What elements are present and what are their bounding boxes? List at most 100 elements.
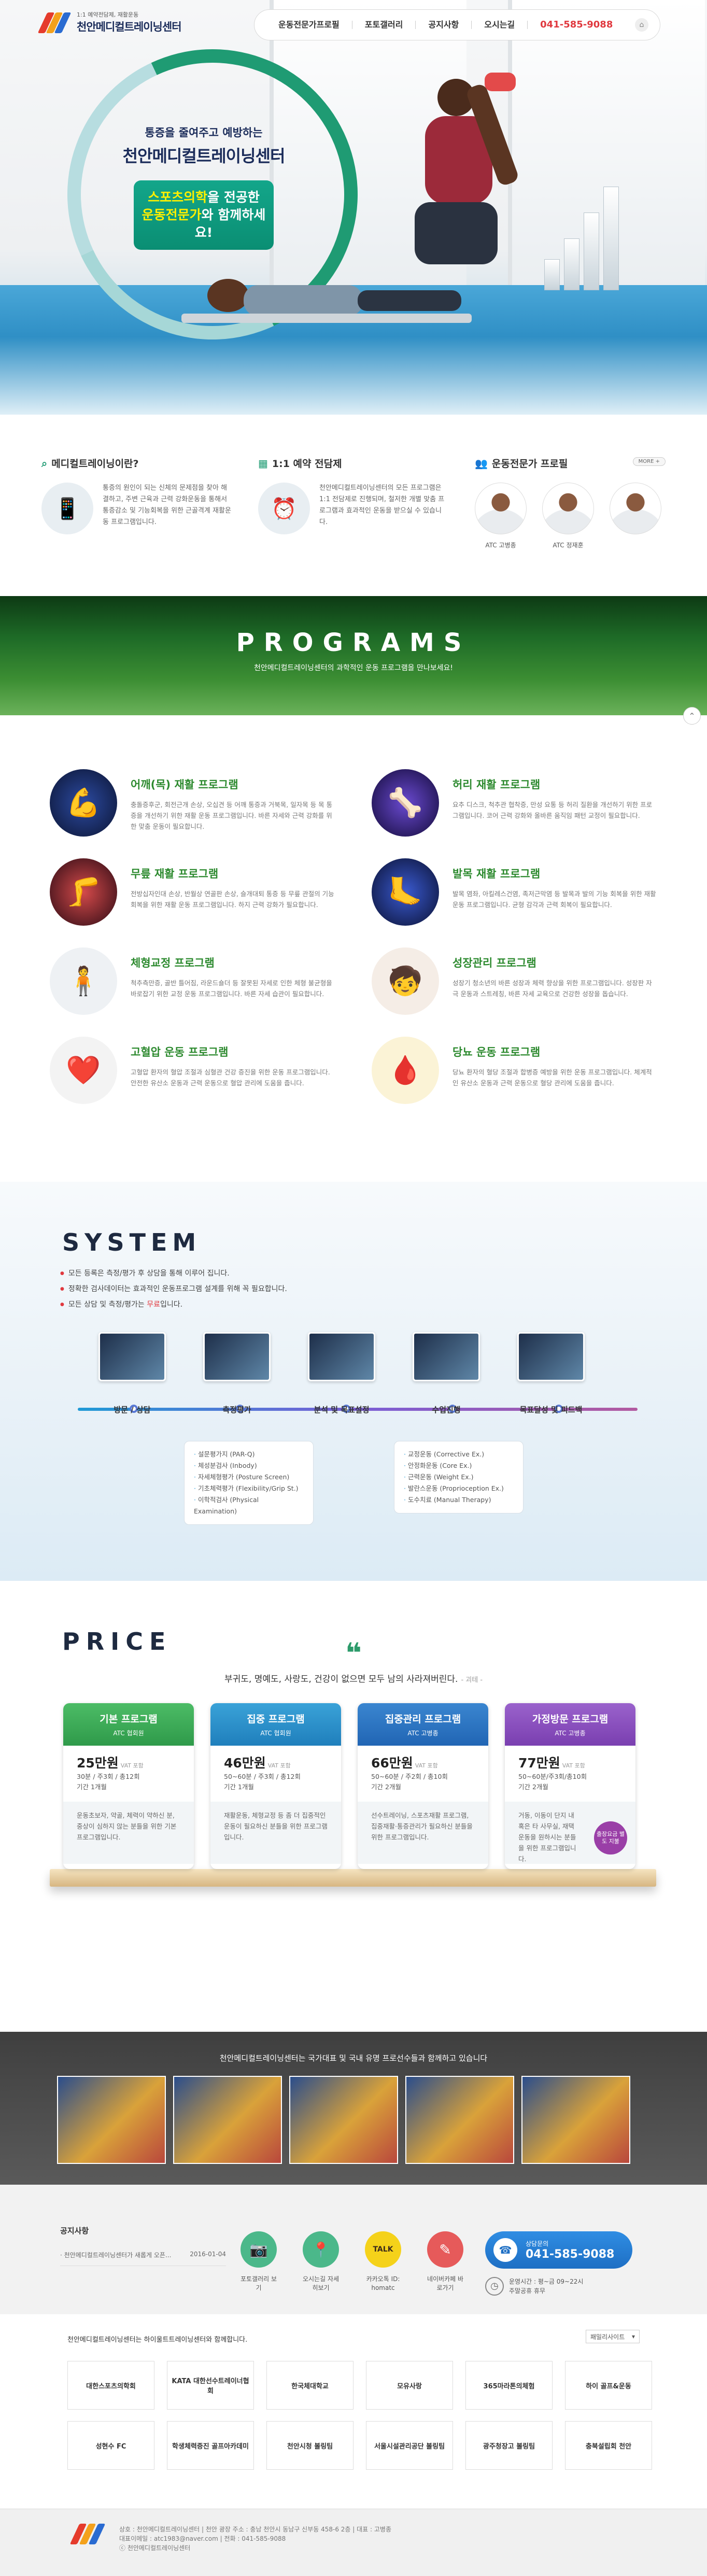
- price-card-title: 가정방문 프로그램: [532, 1714, 609, 1725]
- footer-line: ⓒ 천안메디컬트레이닝센터: [119, 2544, 191, 2552]
- family-site-link[interactable]: 365마라톤의체험: [465, 2361, 553, 2410]
- class-item: 발란스운동 (Proprioception Ex.): [404, 1483, 514, 1494]
- program-text: 고혈압 환자의 혈압 조절과 심혈관 건강 증진을 위한 운동 프로그램입니다.…: [131, 1068, 330, 1087]
- price-card[interactable]: 집중관리 프로그램 ATC 고병종 66만원 VAT 포함 50~60분 / 주2…: [358, 1703, 488, 1869]
- quick-link-kakao[interactable]: TALK 카카오톡 ID: homatc: [364, 2231, 402, 2292]
- price-vat: VAT 포함: [415, 1762, 438, 1769]
- program-text: 전방십자인대 손상, 반월상 연골판 손상, 슬개대퇴 통증 등 무릎 관절의 …: [131, 890, 334, 909]
- price-vat: VAT 포함: [120, 1762, 144, 1769]
- logo[interactable]: 1:1 예약전담제, 재활운동 천안메디컬트레이닝센터: [37, 10, 182, 34]
- program-item[interactable]: 🧒 성장관리 프로그램 성장기 청소년의 바른 성장과 체력 향상을 위한 프로그…: [372, 947, 657, 1015]
- measurement-item: 이학적검사 (Physical Examination): [194, 1494, 304, 1517]
- home-icon[interactable]: ⌂: [635, 18, 648, 32]
- program-item[interactable]: ❤️ 고혈압 운동 프로그램 고혈압 환자의 혈압 조절과 심혈관 건강 증진을 …: [50, 1037, 335, 1104]
- program-item[interactable]: 🦵 무릎 재활 프로그램 전방십자인대 손상, 반월상 연골판 손상, 슬개대퇴 …: [50, 858, 335, 926]
- system-bullet-text: 모든 상담 및 측정/평가는: [68, 1300, 147, 1309]
- notice-box: 공지사항 · 천안메디컬트레이닝센터가 새롭게 오픈... 2016-01-04: [60, 2225, 226, 2266]
- top-navigation: 운동전문가프로필 포토갤러리 공지사항 오시는길 041-585-9088 ⌂: [254, 9, 660, 40]
- about-text: 통증의 원인이 되는 신체의 문제점을 찾아 해결하고, 주변 근육과 근력 강…: [103, 484, 231, 526]
- nav-photo-gallery[interactable]: 포토갤러리: [352, 21, 416, 29]
- quote-icon: ❝: [345, 1637, 362, 1669]
- logo-subtitle: 1:1 예약전담제, 재활운동: [77, 11, 139, 18]
- family-site-link[interactable]: 대한스포츠의학회: [67, 2361, 154, 2410]
- experts-more-button[interactable]: MORE +: [632, 457, 666, 466]
- partner-photo[interactable]: [405, 2076, 514, 2164]
- family-site-link[interactable]: 충북설립회 천안: [565, 2421, 652, 2470]
- programs-subtitle: 천안메디컬트레이닝센터의 과학적인 운동 프로그램을 만나보세요!: [253, 664, 454, 672]
- program-title: 체형교정 프로그램: [131, 957, 215, 969]
- hero-line1: 통증을 줄여주고 예방하는: [145, 126, 263, 139]
- expert-photo: [475, 483, 527, 534]
- price-card[interactable]: 가정방문 프로그램 ATC 고병종 77만원 VAT 포함 50~60분/주3회/…: [505, 1703, 635, 1869]
- family-site-link[interactable]: 한국체대학교: [266, 2361, 354, 2410]
- nav-notice[interactable]: 공지사항: [416, 21, 472, 29]
- hours-line: 주말공휴 휴무: [509, 2287, 546, 2295]
- price-card[interactable]: 집중 프로그램 ATC 협회원 46만원 VAT 포함 50~60분 / 주3회 …: [210, 1703, 341, 1869]
- family-site-link[interactable]: 천안시청 볼링팀: [266, 2421, 354, 2470]
- expert-card[interactable]: ATC 정재훈: [542, 483, 594, 549]
- partner-photo[interactable]: [173, 2076, 282, 2164]
- expert-card[interactable]: ATC 고병종: [475, 483, 527, 549]
- notice-row[interactable]: · 천안메디컬트레이닝센터가 새롭게 오픈... 2016-01-04: [60, 2251, 226, 2266]
- program-item[interactable]: 💪 어깨(목) 재활 프로그램 충돌증후군, 회전근개 손상, 오십견 등 어깨 …: [50, 769, 335, 837]
- program-item[interactable]: 🦴 허리 재활 프로그램 요추 디스크, 척추관 협착증, 만성 요통 등 허리 …: [372, 769, 657, 837]
- nav-directions[interactable]: 오시는길: [472, 21, 528, 29]
- quick-link-label: 네이버카페 바로가기: [427, 2275, 464, 2291]
- ankle-icon: 🦶: [372, 858, 439, 926]
- notice-item[interactable]: · 천안메디컬트레이닝센터가 새롭게 오픈...: [60, 2251, 171, 2259]
- footer: 상호 : 천안메디컬트레이닝센터 | 천안 광장 주소 : 충남 천안시 동남구…: [0, 2509, 707, 2576]
- program-title: 발목 재활 프로그램: [453, 868, 541, 880]
- family-site-link[interactable]: 성현수 FC: [67, 2421, 154, 2470]
- process-steps: 방문 / 상담 측정평가 분석 및 목표설정 수업진행 목표달성 및 피드백: [98, 1332, 585, 1415]
- partner-photo[interactable]: [521, 2076, 630, 2164]
- experts-panel: 👥 운동전문가 프로필 MORE + ATC 고병종 ATC 정재훈: [475, 456, 666, 596]
- price-card[interactable]: 기본 프로그램 ATC 협회원 25만원 VAT 포함 30분 / 주3회 / 총…: [63, 1703, 194, 1869]
- travel-fee-badge: 출장요금 별도 지불: [594, 1821, 627, 1855]
- quick-link-cafe[interactable]: ✎ 네이버카페 바로가기: [427, 2231, 464, 2292]
- nav-phone[interactable]: 041-585-9088: [528, 20, 625, 30]
- blog-icon: ✎: [427, 2231, 463, 2268]
- call-box[interactable]: ☎ 상담문의 041-585-9088: [485, 2231, 632, 2269]
- step-label: 방문 / 상담: [114, 1405, 151, 1414]
- system-bullets: 모든 등록은 측정/평가 후 상담을 통해 이루어 집니다. 정확한 검사데이터…: [60, 1266, 287, 1312]
- footer-line: 상호 : 천안메디컬트레이닝센터 | 천안 광장 주소 : 충남 천안시 동남구…: [119, 2526, 392, 2533]
- expert-card[interactable]: [610, 483, 661, 549]
- family-site-link[interactable]: 모유사랑: [366, 2361, 453, 2410]
- quick-link-gallery[interactable]: 📷 포토갤러리 보기: [240, 2231, 277, 2292]
- program-item[interactable]: 🦶 발목 재활 프로그램 발목 염좌, 아킬레스건염, 족저근막염 등 발목과 발…: [372, 858, 657, 926]
- class-item: 도수치료 (Manual Therapy): [404, 1494, 514, 1506]
- program-item[interactable]: 🩸 당뇨 운동 프로그램 당뇨 환자의 혈당 조절과 합병증 예방을 위한 운동 …: [372, 1037, 657, 1104]
- family-site-link[interactable]: KATA 대한선수트레이너협회: [167, 2361, 254, 2410]
- bar-chart-decoration: [544, 187, 619, 290]
- family-site-select[interactable]: 패밀리사이트 ▾: [586, 2330, 640, 2343]
- step-label: 수업진행: [432, 1405, 461, 1414]
- map-pin-icon: 📍: [303, 2231, 339, 2268]
- quick-link-directions[interactable]: 📍 오시는길 자세히보기: [302, 2231, 340, 2292]
- price-line: 50~60분 / 주2회 / 총10회: [371, 1773, 448, 1780]
- partner-photo[interactable]: [57, 2076, 166, 2164]
- quote-text: 부귀도, 명예도, 사랑도, 건강이 없으면 모두 남의 사라져버린다.: [224, 1674, 458, 1685]
- clock-icon: ⏰: [258, 483, 310, 534]
- price-card-title: 집중 프로그램: [247, 1714, 305, 1725]
- price-card-title: 기본 프로그램: [100, 1714, 158, 1725]
- program-title: 어깨(목) 재활 프로그램: [131, 779, 238, 791]
- price-line: 50~60분 / 주3회 / 총12회: [224, 1773, 301, 1780]
- price-amount: 46만원 VAT 포함: [224, 1756, 291, 1771]
- price-card-header: 가정방문 프로그램 ATC 고병종: [505, 1703, 635, 1746]
- step-label: 분석 및 목표설정: [314, 1405, 370, 1414]
- kakao-icon: TALK: [365, 2231, 401, 2268]
- step-photo: [98, 1332, 166, 1381]
- system-bullet: 모든 상담 및 측정/평가는 무료입니다.: [60, 1297, 287, 1312]
- posture-icon: 🧍: [50, 947, 117, 1015]
- scroll-top-icon[interactable]: ⌃: [683, 707, 701, 725]
- class-item: 교정운동 (Corrective Ex.): [404, 1449, 514, 1460]
- partners-text: 천안메디컬트레이닝센터는 국가대표 및 국내 유명 프로선수들과 함께하고 있습…: [219, 2054, 488, 2063]
- partner-photo[interactable]: [289, 2076, 398, 2164]
- family-site-link[interactable]: 광주청장고 볼링팀: [465, 2421, 553, 2470]
- family-site-link[interactable]: 서울시설관리공단 볼링팀: [366, 2421, 453, 2470]
- family-site-link[interactable]: 하이 골프&운동: [565, 2361, 652, 2410]
- hero-callout-box: 스포츠의학을 전공한 운동전문가와 함께하세요!: [134, 180, 274, 250]
- program-item[interactable]: 🧍 체형교정 프로그램 척추측만증, 골반 틀어짐, 라운드숄더 등 잘못된 자세…: [50, 947, 335, 1015]
- nav-expert-profile[interactable]: 운동전문가프로필: [266, 21, 352, 29]
- family-site-link[interactable]: 학생체력증진 골프아카데미: [167, 2421, 254, 2470]
